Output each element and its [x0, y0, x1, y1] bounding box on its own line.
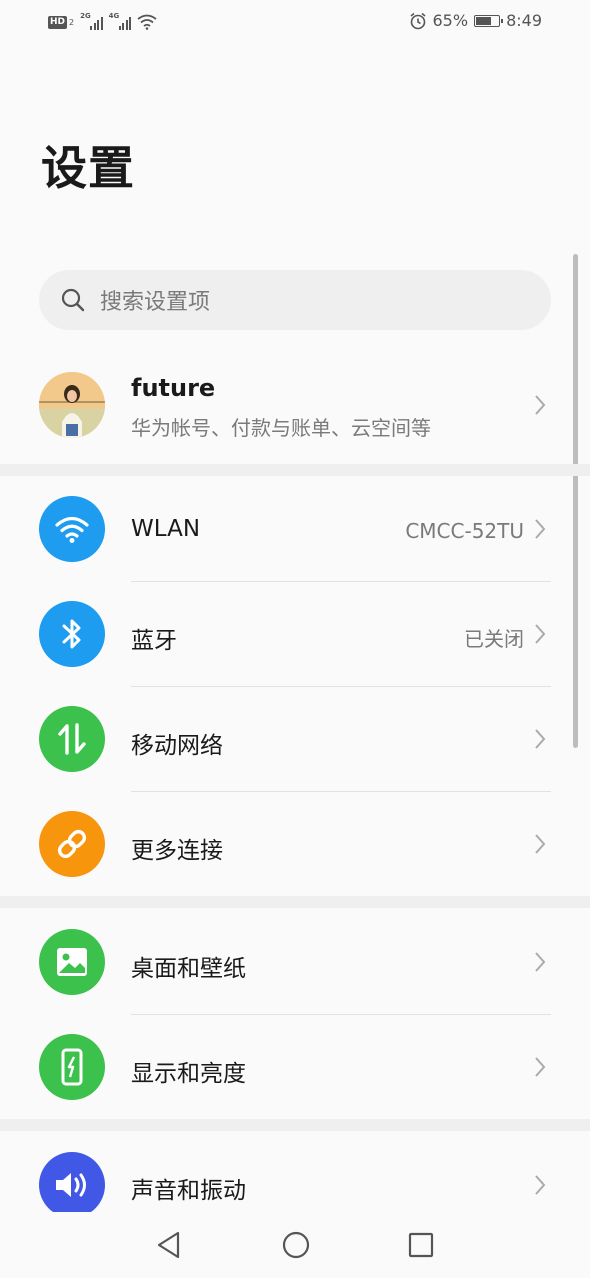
settings-item-wallpaper[interactable]: 桌面和壁纸 [0, 908, 590, 1014]
wifi-icon [39, 496, 105, 562]
settings-item-bluetooth[interactable]: 蓝牙 已关闭 [0, 581, 590, 686]
settings-item-label: 更多连接 [131, 838, 223, 864]
search-icon [61, 288, 85, 312]
search-placeholder: 搜索设置项 [100, 290, 211, 315]
account-subtitle: 华为帐号、付款与账单、云空间等 [131, 416, 431, 440]
hd-icon: HD [48, 15, 68, 29]
recents-icon[interactable] [407, 1230, 435, 1260]
navigation-bar [0, 1212, 590, 1278]
back-icon[interactable] [155, 1230, 183, 1260]
sound-icon [39, 1152, 105, 1212]
settings-item-wlan[interactable]: WLAN CMCC-52TU [0, 476, 590, 581]
network-type-label: 2G [80, 12, 91, 20]
settings-item-label: WLAN [131, 516, 201, 542]
chevron-right-icon [535, 729, 546, 749]
status-bar: HD 2 2G 4G 65% 8:49 [0, 0, 590, 44]
mobile-data-icon [39, 706, 105, 772]
wifi-icon [137, 14, 157, 30]
settings-item-sound[interactable]: 声音和振动 [0, 1131, 590, 1212]
chevron-right-icon [535, 1057, 546, 1077]
home-icon[interactable] [281, 1230, 311, 1260]
section-gap [0, 1119, 590, 1131]
chevron-right-icon [535, 1175, 546, 1195]
settings-item-label: 蓝牙 [131, 628, 177, 654]
signal-icon: 2G [80, 12, 103, 30]
settings-item-label: 声音和振动 [131, 1178, 246, 1204]
display-icon [39, 1034, 105, 1100]
clock: 8:49 [506, 11, 542, 30]
settings-item-value: 已关闭 [464, 627, 524, 651]
chevron-right-icon [535, 952, 546, 972]
status-left: HD 2 2G 4G [48, 12, 157, 32]
status-right: 65% 8:49 [409, 11, 542, 30]
battery-icon [474, 14, 504, 27]
chevron-right-icon [535, 519, 546, 539]
chevron-right-icon [535, 395, 546, 415]
wallpaper-icon [39, 929, 105, 995]
link-icon [39, 811, 105, 877]
chevron-right-icon [535, 834, 546, 854]
avatar[interactable] [39, 372, 105, 438]
account-name: future [131, 374, 216, 402]
network-type-label: 4G [108, 12, 120, 20]
battery-percent: 65% [432, 11, 469, 30]
settings-item-value: CMCC-52TU [405, 519, 524, 543]
page-title: 设置 [41, 141, 135, 195]
section-gap [0, 896, 590, 908]
settings-item-display[interactable]: 显示和亮度 [0, 1014, 590, 1119]
search-input[interactable]: 搜索设置项 [39, 270, 551, 330]
settings-item-label: 桌面和壁纸 [131, 956, 246, 982]
settings-item-label: 移动网络 [131, 733, 223, 759]
signal-icon: 4G [108, 12, 132, 30]
section-gap [0, 464, 590, 476]
chevron-right-icon [535, 624, 546, 644]
settings-item-more-connections[interactable]: 更多连接 [0, 791, 590, 896]
alarm-icon [409, 12, 426, 29]
bluetooth-icon [39, 601, 105, 667]
settings-item-mobile-network[interactable]: 移动网络 [0, 686, 590, 791]
hd-sim-number: 2 [69, 17, 75, 27]
settings-item-label: 显示和亮度 [131, 1061, 246, 1087]
